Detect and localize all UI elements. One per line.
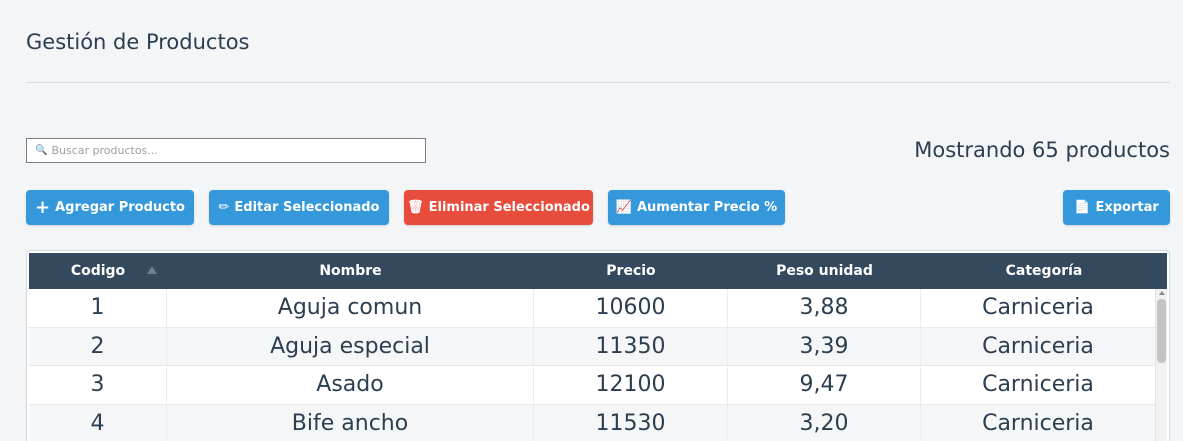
chart-up-icon: 📈	[615, 200, 632, 215]
table-scrollbar[interactable]	[1155, 289, 1167, 441]
column-header-precio[interactable]: Precio	[534, 253, 728, 289]
scrollbar-thumb[interactable]	[1157, 299, 1166, 363]
cell-peso-unidad: 3,20	[728, 404, 921, 441]
cell-precio: 10600	[534, 289, 728, 327]
page-title: Gestión de Productos	[26, 30, 250, 54]
search-input[interactable]	[51, 144, 412, 157]
document-icon: 📄	[1074, 200, 1091, 215]
cell-precio: 12100	[534, 366, 728, 404]
cell-codigo: 4	[29, 404, 167, 441]
pencil-icon: ✏	[218, 200, 230, 215]
table-row[interactable]: 1 Aguja comun 10600 3,88 Carniceria	[29, 289, 1155, 328]
cell-precio: 11350	[534, 327, 728, 365]
cell-precio: 11530	[534, 404, 728, 441]
cell-codigo: 3	[29, 366, 167, 404]
table-row[interactable]: 2 Aguja especial 11350 3,39 Carniceria	[29, 327, 1155, 366]
trash-icon: 🗑	[407, 200, 424, 215]
cell-categoria: Carniceria	[982, 295, 1094, 321]
export-button[interactable]: 📄 Exportar	[1063, 190, 1170, 225]
add-product-label: Agregar Producto	[55, 200, 185, 215]
table-row[interactable]: 3 Asado 12100 9,47 Carniceria	[29, 366, 1155, 405]
products-table: Codigo Nombre Precio Peso unidad Categor…	[26, 250, 1170, 441]
cell-categoria: Carniceria	[982, 410, 1094, 436]
column-header-codigo[interactable]: Codigo	[29, 253, 167, 289]
cell-categoria: Carniceria	[982, 372, 1094, 398]
delete-selected-button[interactable]: 🗑 Eliminar Seleccionado	[404, 190, 593, 225]
cell-codigo: 1	[29, 289, 167, 327]
increase-price-button[interactable]: 📈 Aumentar Precio %	[608, 190, 785, 225]
table-row[interactable]: 4 Bife ancho 11530 3,20 Carniceria	[29, 404, 1155, 441]
export-label: Exportar	[1095, 200, 1159, 215]
edit-selected-button[interactable]: ✏ Editar Seleccionado	[209, 190, 389, 225]
cell-categoria: Carniceria	[982, 333, 1094, 359]
plus-icon: +	[35, 196, 51, 218]
title-divider	[26, 82, 1170, 83]
edit-selected-label: Editar Seleccionado	[234, 200, 380, 215]
cell-codigo: 2	[29, 327, 167, 365]
cell-nombre: Aguja especial	[167, 327, 534, 365]
add-product-button[interactable]: + Agregar Producto	[26, 190, 194, 225]
cell-nombre: Bife ancho	[167, 404, 534, 441]
scroll-up-arrow-icon[interactable]	[1159, 291, 1165, 295]
column-header-nombre[interactable]: Nombre	[167, 253, 534, 289]
table-header: Codigo Nombre Precio Peso unidad Categor…	[29, 253, 1167, 289]
product-count-label: Mostrando 65 productos	[914, 138, 1170, 162]
search-icon: 🔍	[35, 144, 48, 156]
increase-price-label: Aumentar Precio %	[636, 200, 778, 215]
cell-peso-unidad: 3,88	[728, 289, 921, 327]
cell-peso-unidad: 9,47	[728, 366, 921, 404]
search-box[interactable]: 🔍	[26, 138, 426, 163]
cell-nombre: Aguja comun	[167, 289, 534, 327]
table-body: 1 Aguja comun 10600 3,88 Carniceria 2 Ag…	[29, 289, 1155, 441]
column-header-categoria[interactable]: Categoría	[921, 253, 1167, 289]
column-header-peso-unidad[interactable]: Peso unidad	[728, 253, 921, 289]
cell-peso-unidad: 3,39	[728, 327, 921, 365]
sort-ascending-icon	[147, 266, 157, 274]
delete-selected-label: Eliminar Seleccionado	[428, 200, 590, 215]
cell-nombre: Asado	[167, 366, 534, 404]
